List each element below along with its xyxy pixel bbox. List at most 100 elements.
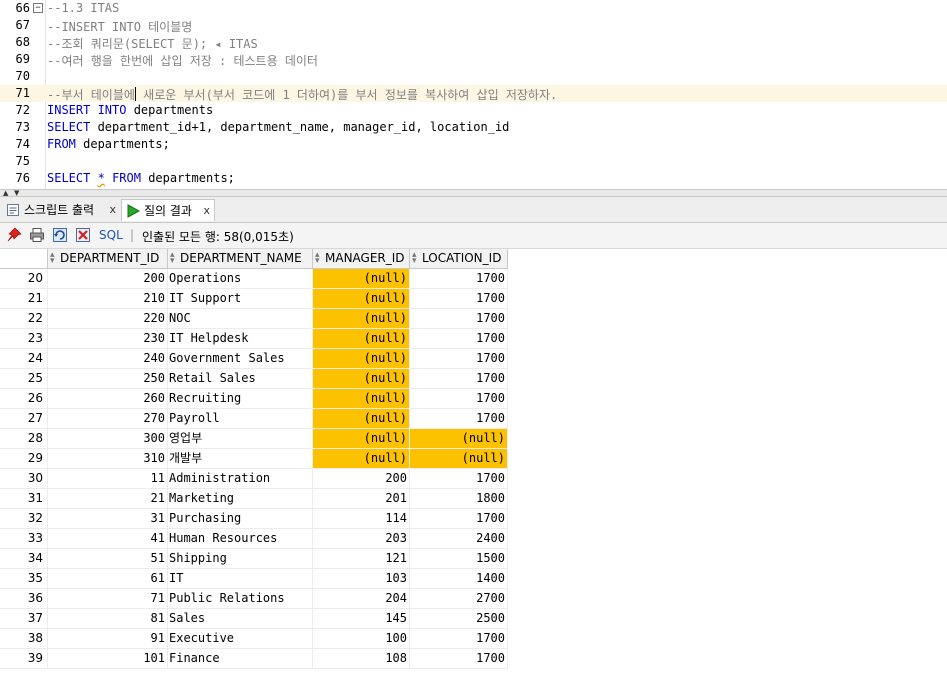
cell-department-id[interactable]: 101	[48, 649, 168, 669]
cell-department-id[interactable]: 91	[48, 629, 168, 649]
sql-editor[interactable]: 66 − --1.3 ITAS 67 --INSERT INTO 테이블명 68…	[0, 0, 947, 189]
cell-department-name[interactable]: 영업부	[168, 429, 313, 449]
cell-manager-id[interactable]: 200	[313, 469, 410, 489]
table-row[interactable]: 37 81 Sales 145 2500	[0, 609, 947, 629]
cell-department-name[interactable]: IT Support	[168, 289, 313, 309]
cell-department-id[interactable]: 260	[48, 389, 168, 409]
cell-manager-id[interactable]: (null)	[313, 389, 410, 409]
cell-department-id[interactable]: 250	[48, 369, 168, 389]
cell-department-id[interactable]: 220	[48, 309, 168, 329]
table-row[interactable]: 22 220 NOC (null) 1700	[0, 309, 947, 329]
table-row[interactable]: 35 61 IT 103 1400	[0, 569, 947, 589]
cell-location-id[interactable]: (null)	[410, 449, 508, 469]
cell-manager-id[interactable]: (null)	[313, 429, 410, 449]
cell-manager-id[interactable]: 114	[313, 509, 410, 529]
table-row[interactable]: 36 71 Public Relations 204 2700	[0, 589, 947, 609]
result-grid[interactable]: ▴ ▾ DEPARTMENT_ID ▴ ▾ DEPARTMENT_NAME ▴ ▾ M…	[0, 249, 947, 676]
cell-department-name[interactable]: Marketing	[168, 489, 313, 509]
table-row[interactable]: 27 270 Payroll (null) 1700	[0, 409, 947, 429]
cell-department-name[interactable]: Executive	[168, 629, 313, 649]
cell-location-id[interactable]: 1700	[410, 329, 508, 349]
table-row[interactable]: 30 11 Administration 200 1700	[0, 469, 947, 489]
cell-manager-id[interactable]: (null)	[313, 369, 410, 389]
cell-manager-id[interactable]: 108	[313, 649, 410, 669]
cell-location-id[interactable]: 1700	[410, 289, 508, 309]
cell-department-id[interactable]: 230	[48, 329, 168, 349]
cell-department-name[interactable]: IT Helpdesk	[168, 329, 313, 349]
cell-department-id[interactable]: 31	[48, 509, 168, 529]
cell-location-id[interactable]: 1700	[410, 509, 508, 529]
cell-department-name[interactable]: 개발부	[168, 449, 313, 469]
cell-manager-id[interactable]: (null)	[313, 409, 410, 429]
cell-department-id[interactable]: 11	[48, 469, 168, 489]
cell-manager-id[interactable]: (null)	[313, 289, 410, 309]
cell-department-id[interactable]: 210	[48, 289, 168, 309]
table-row[interactable]: 39 101 Finance 108 1700	[0, 649, 947, 669]
column-header-location-id[interactable]: ▴ ▾ LOCATION_ID	[410, 249, 508, 269]
table-row[interactable]: 38 91 Executive 100 1700	[0, 629, 947, 649]
cell-location-id[interactable]: 1700	[410, 269, 508, 289]
table-row[interactable]: 32 31 Purchasing 114 1700	[0, 509, 947, 529]
cell-department-id[interactable]: 41	[48, 529, 168, 549]
cell-location-id[interactable]: 1700	[410, 349, 508, 369]
table-row[interactable]: 29 310 개발부 (null) (null)	[0, 449, 947, 469]
cell-manager-id[interactable]: 121	[313, 549, 410, 569]
cell-department-name[interactable]: IT	[168, 569, 313, 589]
cell-department-id[interactable]: 200	[48, 269, 168, 289]
cell-manager-id[interactable]: 145	[313, 609, 410, 629]
cell-department-id[interactable]: 71	[48, 589, 168, 609]
code-line[interactable]: 67 --INSERT INTO 테이블명	[0, 17, 947, 34]
collapse-up-icon[interactable]: ▲	[3, 190, 8, 197]
cell-department-name[interactable]: Finance	[168, 649, 313, 669]
cell-manager-id[interactable]: (null)	[313, 349, 410, 369]
column-header-department-name[interactable]: ▴ ▾ DEPARTMENT_NAME	[168, 249, 313, 269]
column-header-department-id[interactable]: ▴ ▾ DEPARTMENT_ID	[48, 249, 168, 269]
column-header-manager-id[interactable]: ▴ ▾ MANAGER_ID	[313, 249, 410, 269]
cell-department-name[interactable]: Human Resources	[168, 529, 313, 549]
code-line[interactable]: 70	[0, 68, 947, 85]
cell-department-name[interactable]: Public Relations	[168, 589, 313, 609]
cell-manager-id[interactable]: 201	[313, 489, 410, 509]
code-line[interactable]: 76 SELECT * FROM departments;	[0, 170, 947, 187]
cell-department-id[interactable]: 310	[48, 449, 168, 469]
cell-department-id[interactable]: 61	[48, 569, 168, 589]
cell-location-id[interactable]: 1700	[410, 389, 508, 409]
cell-department-name[interactable]: NOC	[168, 309, 313, 329]
table-row[interactable]: 25 250 Retail Sales (null) 1700	[0, 369, 947, 389]
cell-manager-id[interactable]: (null)	[313, 449, 410, 469]
cell-department-name[interactable]: Administration	[168, 469, 313, 489]
code-line[interactable]: 69 --여러 행을 한번에 삽입 저장 : 테스트용 데이터	[0, 51, 947, 68]
cell-location-id[interactable]: 1800	[410, 489, 508, 509]
cell-manager-id[interactable]: (null)	[313, 329, 410, 349]
cell-department-id[interactable]: 240	[48, 349, 168, 369]
cell-manager-id[interactable]: 203	[313, 529, 410, 549]
close-icon[interactable]: x	[109, 199, 116, 221]
cell-location-id[interactable]: 1700	[410, 629, 508, 649]
code-line-current[interactable]: 71 --부서 테이블에 새로운 부서(부서 코드에 1 더하여)를 부서 정보…	[0, 85, 947, 102]
table-row[interactable]: 33 41 Human Resources 203 2400	[0, 529, 947, 549]
cell-location-id[interactable]: (null)	[410, 429, 508, 449]
cell-location-id[interactable]: 1700	[410, 649, 508, 669]
cell-department-id[interactable]: 51	[48, 549, 168, 569]
fold-toggle-icon[interactable]: −	[33, 3, 43, 13]
cell-department-name[interactable]: Operations	[168, 269, 313, 289]
cell-department-name[interactable]: Recruiting	[168, 389, 313, 409]
code-line[interactable]: 74 FROM departments;	[0, 136, 947, 153]
collapse-down-icon[interactable]: ▼	[14, 190, 19, 197]
cell-location-id[interactable]: 1400	[410, 569, 508, 589]
code-line[interactable]: 68 --조회 쿼리문(SELECT 문); ◂ ITAS	[0, 34, 947, 51]
refresh-icon[interactable]	[52, 227, 68, 243]
cell-manager-id[interactable]: (null)	[313, 269, 410, 289]
table-row[interactable]: 28 300 영업부 (null) (null)	[0, 429, 947, 449]
table-row[interactable]: 34 51 Shipping 121 1500	[0, 549, 947, 569]
cell-location-id[interactable]: 2700	[410, 589, 508, 609]
table-row[interactable]: 26 260 Recruiting (null) 1700	[0, 389, 947, 409]
cell-location-id[interactable]: 2500	[410, 609, 508, 629]
tab-script-output[interactable]: 스크립트 출력 x	[2, 199, 120, 221]
table-row[interactable]: 31 21 Marketing 201 1800	[0, 489, 947, 509]
cell-department-name[interactable]: Retail Sales	[168, 369, 313, 389]
cell-location-id[interactable]: 1700	[410, 409, 508, 429]
code-line[interactable]: 73 SELECT department_id+1, department_na…	[0, 119, 947, 136]
table-row[interactable]: 20 200 Operations (null) 1700	[0, 269, 947, 289]
cell-location-id[interactable]: 1700	[410, 369, 508, 389]
